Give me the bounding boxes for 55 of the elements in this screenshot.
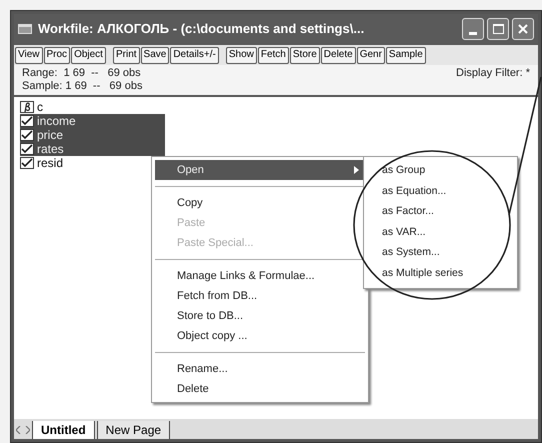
object-name: resid — [37, 157, 64, 169]
submenu-item[interactable]: as Factor... — [364, 202, 434, 222]
series-icon — [20, 115, 34, 127]
toolbar-button[interactable]: View — [15, 46, 42, 64]
toolbar-button[interactable]: Delete — [320, 46, 356, 64]
object-item[interactable]: c — [20, 100, 43, 114]
range-text: Range: 1 69 -- 69 obs — [22, 67, 142, 80]
menu-item[interactable]: Delete — [155, 379, 365, 399]
page-tab[interactable]: Untitled — [32, 421, 95, 439]
object-item[interactable]: resid — [20, 156, 64, 170]
submenu-item[interactable]: as Multiple series — [364, 264, 464, 284]
submenu-item[interactable]: as VAR... — [364, 222, 426, 243]
menu-item[interactable]: Copy — [155, 193, 365, 213]
menu-item[interactable]: Rename... — [155, 359, 365, 379]
object-name: price — [37, 129, 64, 141]
toolbar-button[interactable]: Proc — [44, 46, 70, 64]
object-name: rates — [37, 143, 64, 155]
toolbar-button[interactable]: Print — [112, 46, 140, 64]
menu-item[interactable]: Manage Links & Formulae... — [155, 266, 365, 286]
object-name: c — [37, 101, 43, 113]
minimize-icon — [469, 32, 477, 35]
toolbar-button[interactable]: Show — [226, 46, 257, 64]
object-item[interactable]: rates — [20, 142, 165, 156]
sample-text: Sample: 1 69 -- 69 obs — [22, 80, 142, 93]
toolbar-button[interactable]: Genr — [356, 46, 385, 64]
toolbar-button[interactable]: Object — [71, 46, 106, 64]
scroll-arrows-icon[interactable] — [16, 426, 30, 434]
toolbar-button[interactable]: Details+/- — [170, 46, 219, 64]
object-name: income — [37, 115, 76, 127]
window-title: Workfile: АЛКОГОЛЬ - (c:\documents and settings\... — [38, 20, 364, 38]
display-filter-text: Display Filter: * — [456, 67, 530, 81]
beta-icon — [20, 101, 34, 113]
menu-item[interactable]: Store to DB... — [155, 306, 365, 326]
menu-item[interactable]: Open — [155, 160, 365, 180]
object-item[interactable]: price — [20, 128, 165, 142]
submenu-item[interactable]: as Group — [364, 161, 426, 182]
series-icon — [20, 143, 34, 155]
toolbar-button[interactable]: Fetch — [258, 46, 289, 64]
close-icon — [518, 24, 528, 34]
series-icon — [20, 157, 34, 169]
menu-item[interactable]: Object copy ... — [155, 326, 365, 346]
series-icon — [20, 129, 34, 141]
maximize-icon — [492, 24, 504, 34]
toolbar-button[interactable]: Sample — [386, 46, 426, 64]
menu-item[interactable]: Fetch from DB... — [155, 286, 365, 306]
submenu-item[interactable]: as Equation... — [364, 182, 446, 202]
submenu-item[interactable]: as System... — [364, 243, 440, 264]
object-item[interactable]: income — [20, 114, 165, 128]
toolbar-button[interactable]: Save — [140, 46, 170, 64]
maximize-button[interactable] — [487, 18, 509, 40]
page-tab[interactable]: New Page — [96, 421, 170, 439]
toolbar-button[interactable]: Store — [290, 46, 320, 64]
window-icon — [18, 24, 32, 34]
close-button[interactable] — [512, 18, 534, 40]
minimize-button[interactable] — [462, 18, 484, 40]
